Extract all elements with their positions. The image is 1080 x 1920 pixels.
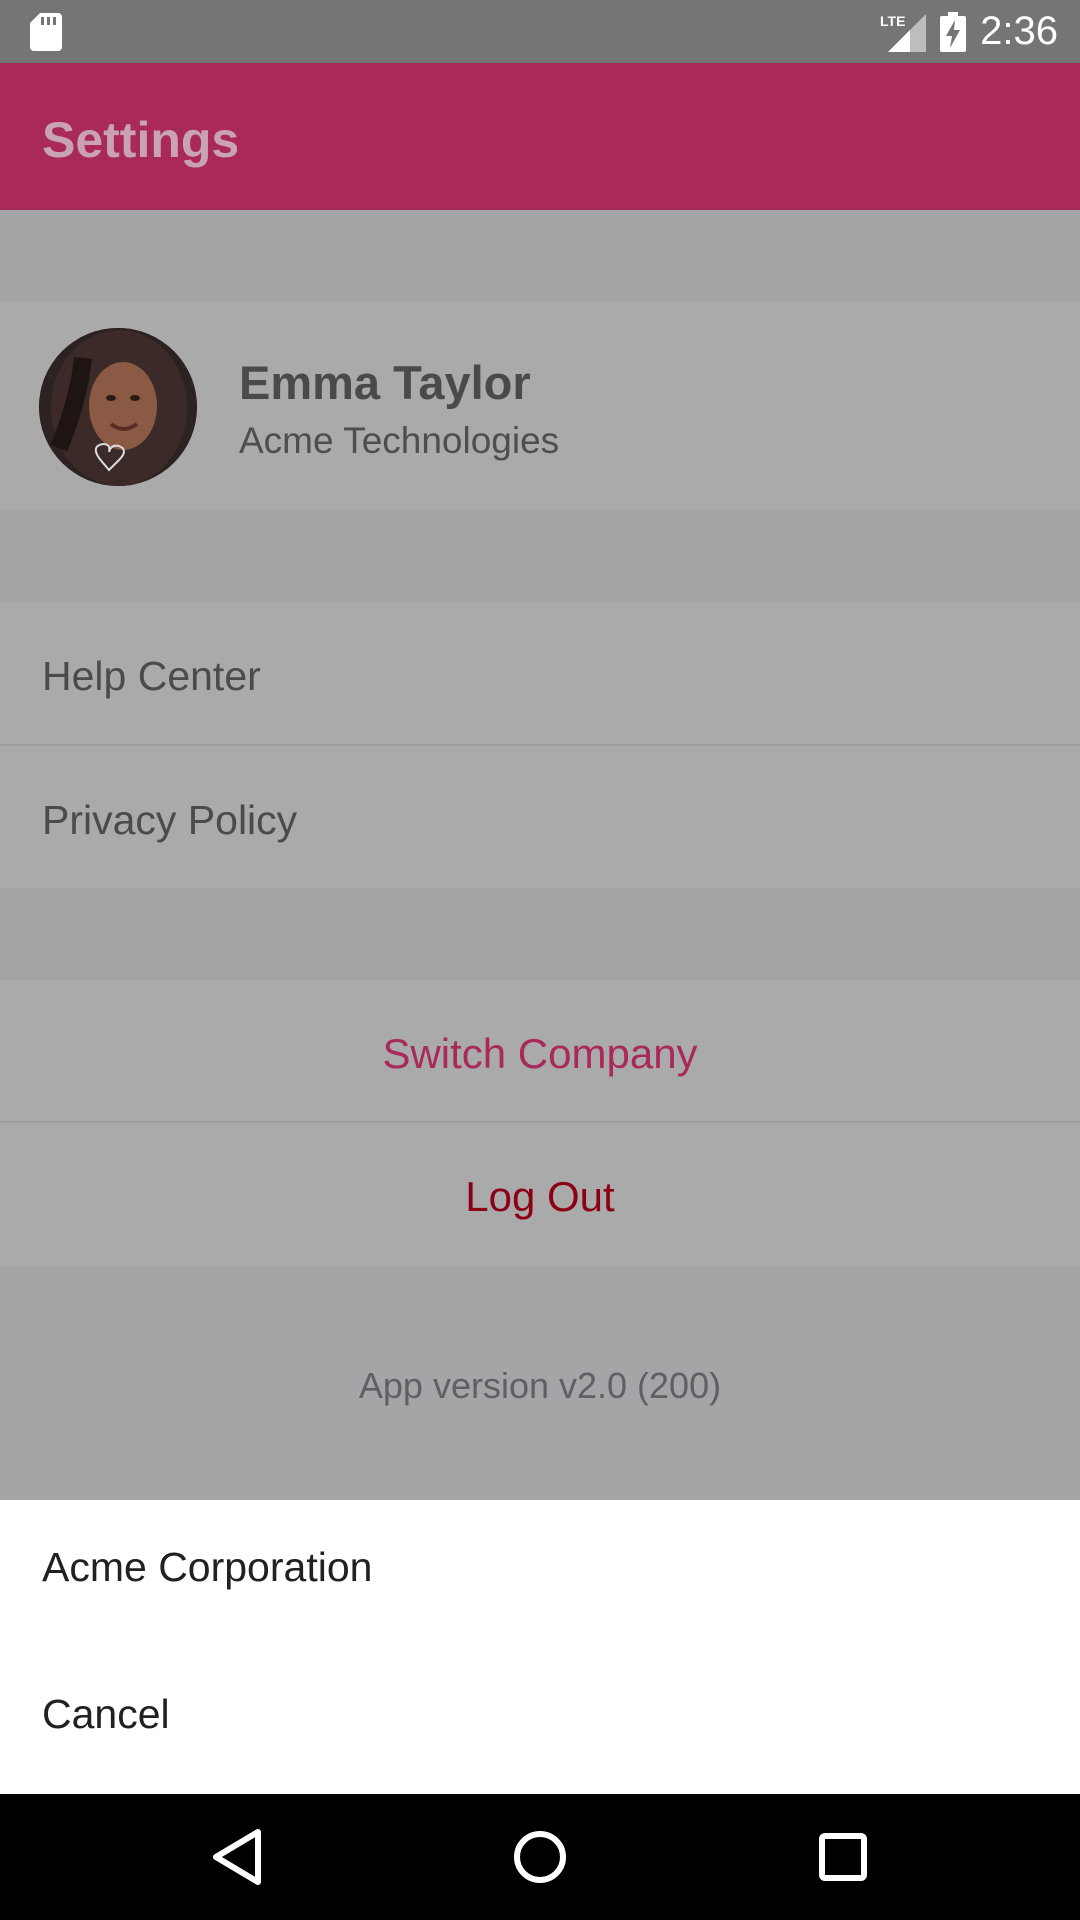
switch-company-button[interactable]: Switch Company <box>0 1030 1080 1078</box>
help-center-label[interactable]: Help Center <box>42 653 261 700</box>
battery-charging-icon <box>940 11 967 52</box>
page-title: Settings <box>42 112 240 168</box>
cancel-button[interactable]: Cancel <box>42 1691 170 1738</box>
sd-card-icon <box>30 13 62 51</box>
avatar <box>39 328 197 486</box>
company-picker-sheet: Acme Corporation Cancel <box>0 1500 1080 1794</box>
back-icon[interactable] <box>202 1822 272 1892</box>
recents-icon[interactable] <box>808 1822 878 1892</box>
section-gap <box>0 511 1080 603</box>
avatar-image <box>39 328 197 486</box>
status-bar: LTE 2:36 <box>0 0 1080 63</box>
svg-text:LTE: LTE <box>880 13 905 29</box>
home-icon[interactable] <box>505 1822 575 1892</box>
company-option[interactable]: Acme Corporation <box>42 1544 372 1591</box>
user-company: Acme Technologies <box>239 420 560 461</box>
navigation-bar <box>0 1794 1080 1920</box>
section-gap <box>0 888 1080 980</box>
section-gap <box>0 210 1080 302</box>
status-time: 2:36 <box>980 9 1058 53</box>
lte-signal-icon: LTE <box>880 13 927 52</box>
app-bar: Settings <box>0 63 1080 210</box>
log-out-button[interactable]: Log Out <box>0 1173 1080 1221</box>
user-name: Emma Taylor <box>239 356 531 409</box>
privacy-policy-label[interactable]: Privacy Policy <box>42 797 297 844</box>
app-version: App version v2.0 (200) <box>358 1365 722 1406</box>
